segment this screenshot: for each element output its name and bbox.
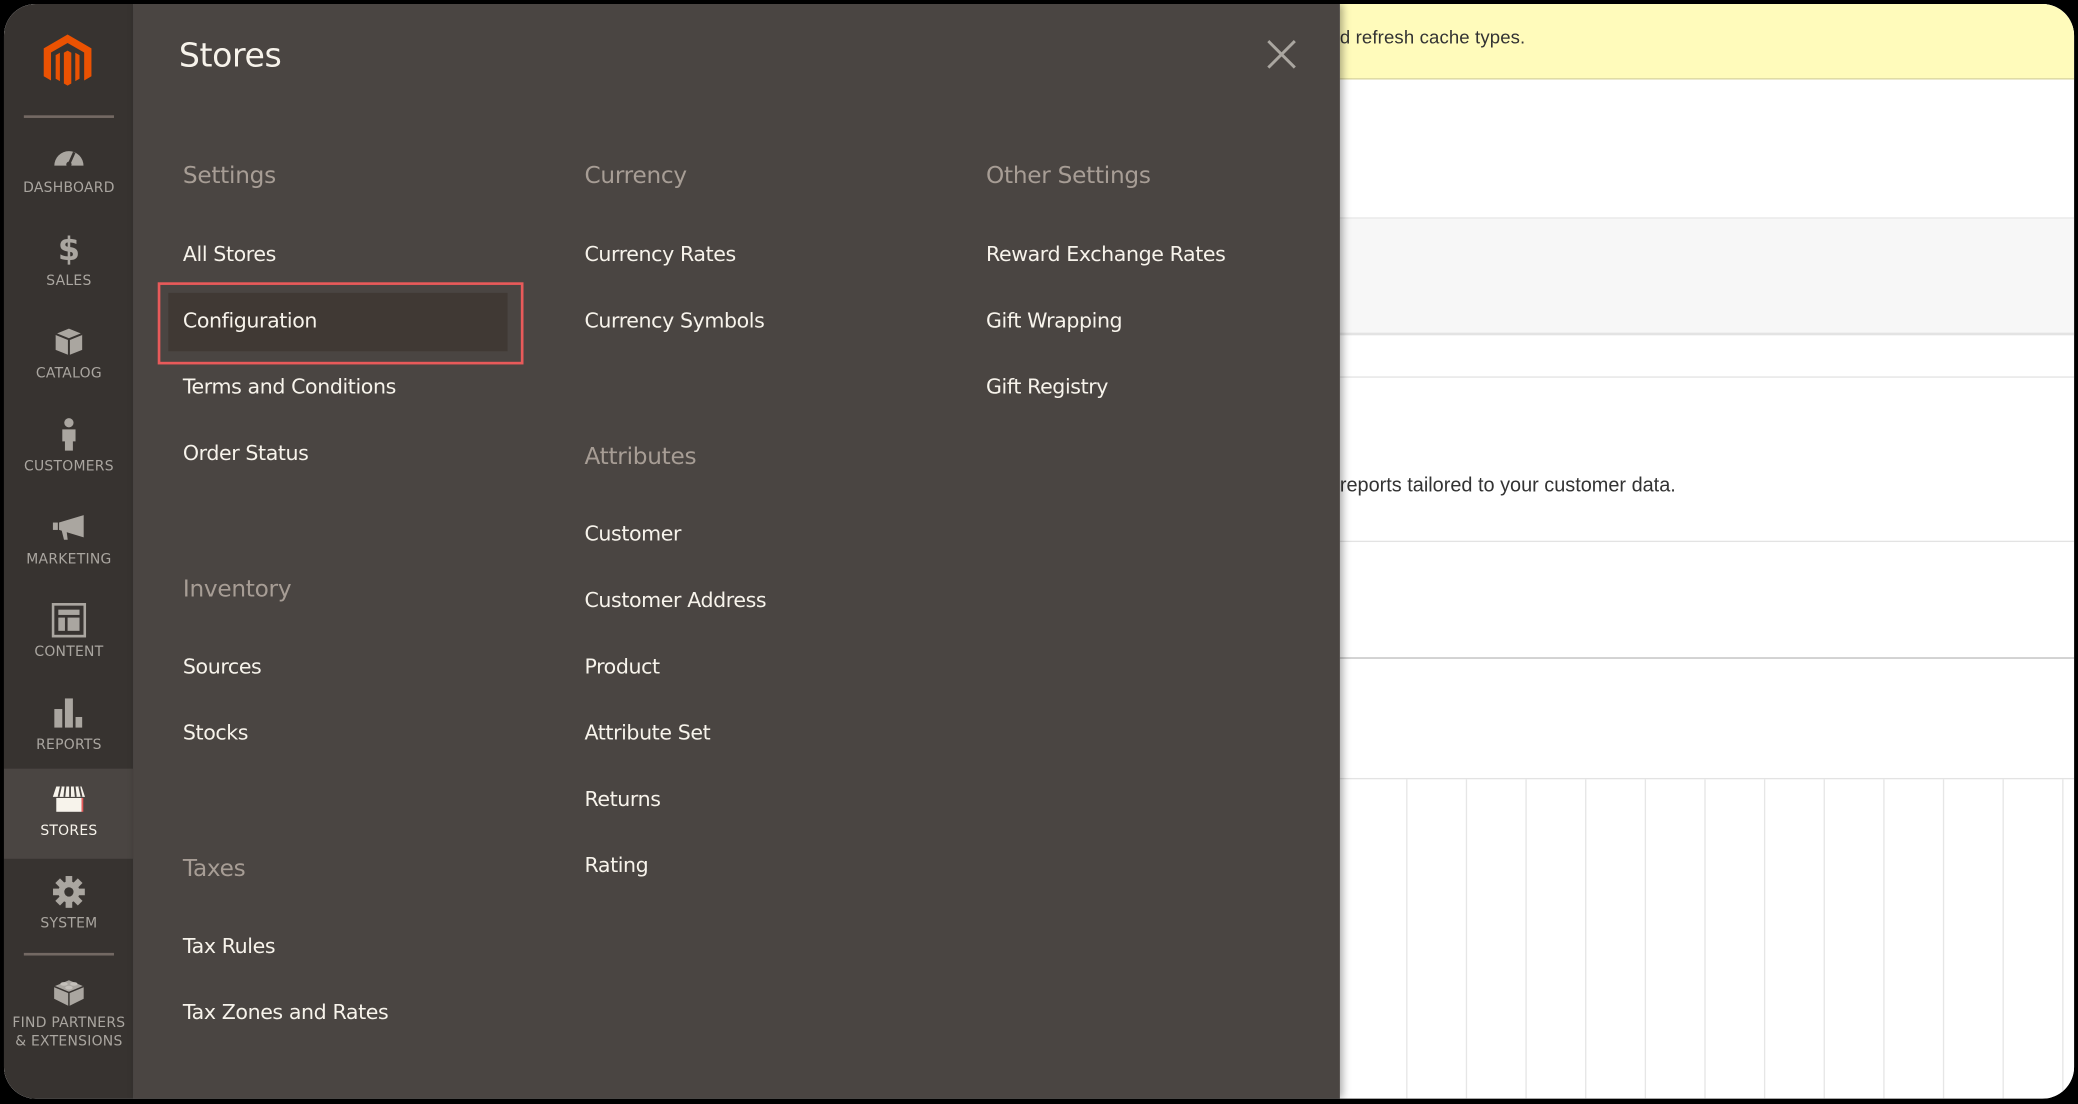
menu-link-reward-exchange-rates[interactable]: Reward Exchange Rates: [986, 243, 1226, 267]
group-title-other-settings: Other Settings: [986, 163, 1151, 190]
system-notice-bar: d refresh cache types.: [1339, 3, 2075, 80]
nav-label-line1: FIND PARTNERS: [12, 1015, 126, 1032]
menu-link-attribute-set[interactable]: Attribute Set: [584, 721, 710, 745]
grid-line: [2062, 779, 2064, 1099]
group-title-attributes: Attributes: [584, 443, 697, 471]
box-icon: [52, 325, 86, 359]
divider: [1339, 657, 2075, 659]
lego-brick-icon: [52, 974, 86, 1008]
nav-item-find-partners[interactable]: FIND PARTNERS & EXTENSIONS: [4, 961, 134, 1067]
group-title-inventory: Inventory: [182, 576, 292, 604]
sidebar-divider: [23, 115, 114, 118]
nav-item-system[interactable]: SYSTEM: [4, 861, 134, 954]
stores-flyout-menu: Stores Settings All Stores Configuration…: [133, 3, 1340, 1099]
close-icon[interactable]: [1263, 36, 1300, 73]
grid-line: [1823, 779, 1825, 1099]
menu-link-gift-wrapping[interactable]: Gift Wrapping: [986, 309, 1123, 333]
dashboard-gauge-icon: [52, 139, 86, 173]
grid-line: [2002, 779, 2004, 1099]
nav-item-dashboard[interactable]: DASHBOARD: [4, 126, 134, 219]
menu-link-returns[interactable]: Returns: [584, 787, 661, 811]
nav-item-catalog[interactable]: CATALOG: [4, 311, 134, 404]
menu-link-tax-rules[interactable]: Tax Rules: [183, 934, 276, 958]
grid-line: [1525, 779, 1527, 1099]
bar-chart-icon: [52, 696, 86, 730]
advanced-reports-text: reports tailored to your customer data.: [1339, 474, 1676, 497]
group-title-settings: Settings: [182, 163, 276, 190]
menu-link-gift-registry[interactable]: Gift Registry: [986, 375, 1108, 399]
menu-link-customer[interactable]: Customer: [584, 522, 681, 546]
menu-link-rating[interactable]: Rating: [584, 853, 648, 877]
person-icon: [52, 417, 86, 451]
grid-line: [1942, 779, 1945, 1099]
grid-line: [1883, 779, 1885, 1099]
nav-item-marketing[interactable]: MARKETING: [4, 497, 134, 590]
grid-line: [1644, 779, 1647, 1099]
layout-icon: [51, 603, 87, 638]
grid-line: [1465, 779, 1468, 1099]
notice-text: d refresh cache types.: [1339, 26, 1526, 48]
dollar-icon: $: [57, 230, 80, 268]
nav-item-reports[interactable]: REPORTS: [4, 683, 134, 776]
nav-item-content[interactable]: CONTENT: [4, 590, 134, 683]
storefront-icon: [52, 782, 86, 816]
nav-item-customers[interactable]: CUSTOMERS: [4, 404, 134, 497]
group-title-taxes: Taxes: [182, 856, 246, 883]
menu-link-stocks[interactable]: Stocks: [183, 721, 249, 745]
admin-sidebar: DASHBOARD $ SALES CATALOG CUSTOMERS MARK…: [3, 3, 134, 1099]
nav-label-line2: & EXTENSIONS: [15, 1033, 123, 1050]
flyout-title: Stores: [178, 35, 282, 75]
grid-line: [1585, 779, 1587, 1099]
menu-link-all-stores[interactable]: All Stores: [183, 243, 276, 267]
menu-link-configuration[interactable]: Configuration: [183, 309, 318, 333]
divider: [1339, 540, 2075, 543]
gear-icon: [52, 875, 86, 909]
dashboard-chart-area: [1339, 777, 2075, 1099]
menu-link-customer-address[interactable]: Customer Address: [584, 588, 766, 612]
megaphone-icon: [52, 510, 86, 544]
divider: [1339, 376, 2075, 378]
magento-logo-icon[interactable]: [37, 30, 98, 91]
group-title-currency: Currency: [584, 163, 687, 190]
admin-window: d refresh cache types. reports tailored …: [3, 3, 2075, 1099]
menu-link-terms-and-conditions[interactable]: Terms and Conditions: [183, 375, 396, 399]
menu-link-sources[interactable]: Sources: [183, 655, 262, 679]
grid-line: [1763, 779, 1766, 1099]
menu-link-order-status[interactable]: Order Status: [183, 441, 309, 465]
menu-link-currency-rates[interactable]: Currency Rates: [584, 243, 736, 267]
sidebar-divider: [23, 952, 114, 956]
grid-line: [1704, 779, 1706, 1099]
grid-line: [1406, 779, 1408, 1099]
menu-link-currency-symbols[interactable]: Currency Symbols: [584, 309, 764, 333]
nav-item-sales[interactable]: $ SALES: [4, 219, 134, 312]
page-actions-band: [1339, 217, 2075, 336]
nav-item-stores[interactable]: STORES: [3, 768, 134, 859]
menu-link-tax-zones-and-rates[interactable]: Tax Zones and Rates: [183, 1001, 389, 1025]
menu-link-product[interactable]: Product: [584, 655, 660, 679]
